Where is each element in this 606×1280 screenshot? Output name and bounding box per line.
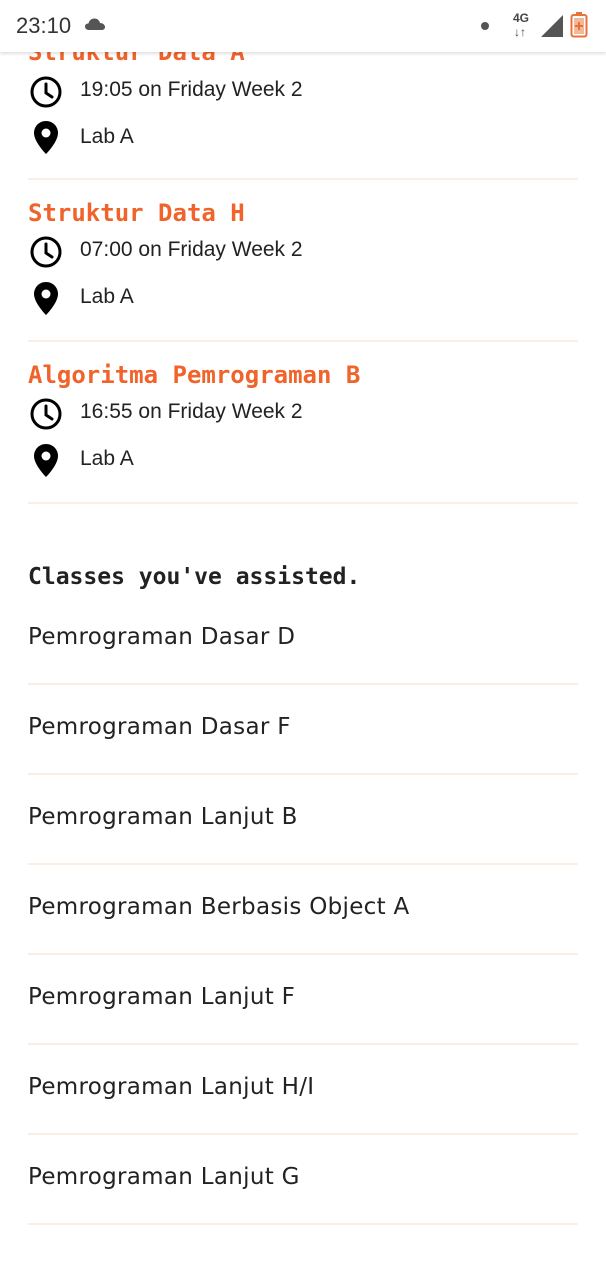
divider: [28, 340, 578, 342]
cloud-icon: [85, 18, 105, 30]
battery-icon: [570, 12, 588, 38]
schedule-item[interactable]: Struktur Data A 19:05 on Friday Week 2 L…: [28, 38, 578, 178]
schedule-location: Lab A: [80, 125, 134, 148]
schedule-location: Lab A: [80, 447, 134, 470]
schedule-title: Algoritma Pemrograman B: [28, 361, 361, 389]
assisted-class-item[interactable]: Pemrograman Lanjut F: [28, 984, 295, 1010]
map-pin-icon: [34, 444, 58, 477]
assisted-class-item[interactable]: Pemrograman Dasar D: [28, 624, 295, 650]
divider: [28, 1223, 578, 1225]
notification-dot-icon: [481, 22, 489, 30]
assisted-class-item[interactable]: Pemrograman Lanjut G: [28, 1164, 300, 1190]
schedule-location: Lab A: [80, 285, 134, 308]
assisted-class-item[interactable]: Pemrograman Lanjut B: [28, 804, 298, 830]
schedule-time: 16:55 on Friday Week 2: [80, 400, 303, 423]
schedule-item[interactable]: Algoritma Pemrograman B 16:55 on Friday …: [28, 361, 578, 501]
schedule-title: Struktur Data H: [28, 199, 245, 227]
divider: [28, 683, 578, 685]
divider: [28, 1133, 578, 1135]
divider: [28, 773, 578, 775]
schedule-time: 07:00 on Friday Week 2: [80, 238, 303, 261]
status-time: 23:10: [16, 13, 72, 38]
clock-icon: [30, 76, 62, 108]
map-pin-icon: [34, 121, 58, 154]
status-bar: 23:10 4G ↓↑: [0, 0, 606, 52]
assisted-class-item[interactable]: Pemrograman Dasar F: [28, 714, 291, 740]
clock-icon: [30, 398, 62, 430]
data-arrows-icon: ↓↑: [514, 25, 526, 39]
schedule-item[interactable]: Struktur Data H 07:00 on Friday Week 2 L…: [28, 199, 578, 339]
divider: [28, 953, 578, 955]
divider: [28, 1043, 578, 1045]
assisted-class-item[interactable]: Pemrograman Berbasis Object A: [28, 894, 410, 920]
divider: [28, 502, 578, 504]
assisted-class-item[interactable]: Pemrograman Lanjut H/I: [28, 1074, 314, 1100]
clock-icon: [30, 236, 62, 268]
section-heading: Classes you've assisted.: [28, 564, 361, 590]
divider: [28, 178, 578, 180]
divider: [28, 863, 578, 865]
network-type: 4G: [513, 11, 530, 25]
schedule-time: 19:05 on Friday Week 2: [80, 78, 303, 101]
signal-icon: [541, 15, 563, 37]
map-pin-icon: [34, 282, 58, 315]
